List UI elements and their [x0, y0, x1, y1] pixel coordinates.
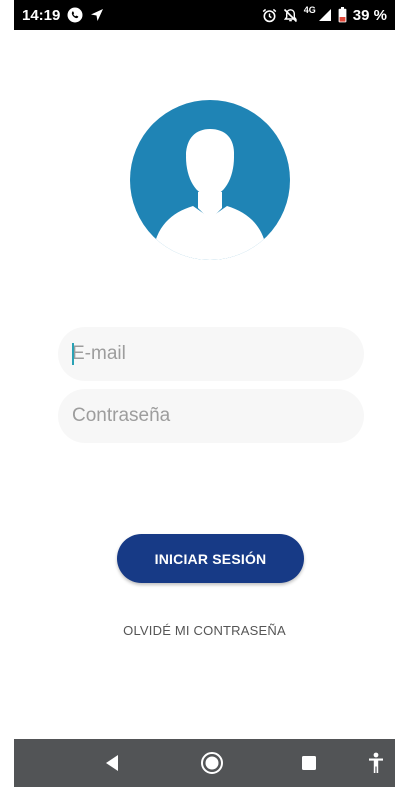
notifications-off-icon — [283, 8, 298, 23]
accessibility-button[interactable] — [358, 739, 394, 787]
password-input[interactable] — [58, 389, 364, 443]
status-right: 4G 39 % — [262, 5, 387, 24]
status-bar: 14:19 4G 39 % — [14, 0, 395, 30]
battery-percentage: 39 % — [352, 6, 387, 24]
avatar — [130, 100, 290, 260]
navigation-bar — [14, 739, 395, 787]
email-input[interactable] — [58, 327, 364, 381]
home-icon — [201, 752, 223, 774]
network-type: 4G — [303, 5, 316, 15]
status-left: 14:19 — [22, 7, 104, 24]
status-time: 14:19 — [22, 6, 61, 24]
login-button[interactable]: INICIAR SESIÓN — [117, 534, 304, 583]
alarm-icon — [262, 8, 277, 23]
user-silhouette-icon — [152, 129, 268, 260]
whatsapp-icon — [67, 7, 83, 23]
accessibility-icon — [369, 752, 383, 773]
home-button[interactable] — [190, 739, 234, 787]
signal-icon — [318, 8, 332, 22]
recents-icon — [302, 756, 316, 770]
app-screen: 14:19 4G 39 % E-mail INICIAR SESIÓN OLVI… — [14, 0, 395, 787]
back-button[interactable] — [90, 739, 134, 787]
forgot-password-link[interactable]: OLVIDÉ MI CONTRASEÑA — [14, 622, 395, 639]
back-icon — [106, 755, 118, 771]
text-cursor — [72, 343, 74, 365]
battery-icon — [338, 7, 347, 23]
location-arrow-icon — [90, 8, 104, 22]
recents-button[interactable] — [287, 739, 331, 787]
